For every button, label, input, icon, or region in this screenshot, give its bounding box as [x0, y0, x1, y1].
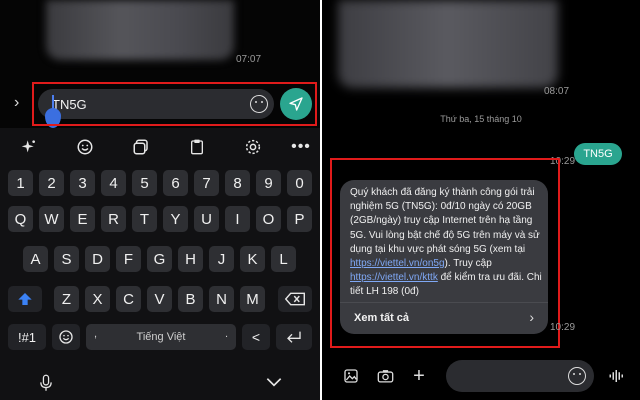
cursor-left-key[interactable]: < [242, 324, 270, 350]
left-screenshot: 07:07 › T N 5 G ••• 1 2 3 4 5 6 7 8 9 0 Q W… [0, 0, 320, 400]
microphone-icon[interactable] [38, 374, 54, 392]
composer-bar: + [322, 356, 640, 396]
settings-gear-icon[interactable] [242, 136, 264, 158]
keyboard-nav-bar [0, 368, 320, 398]
key-2[interactable]: 2 [39, 170, 64, 196]
blurred-message [338, 0, 558, 88]
key-j[interactable]: J [209, 246, 234, 272]
key-q[interactable]: Q [8, 206, 33, 232]
key-y[interactable]: Y [163, 206, 188, 232]
key-t[interactable]: T [132, 206, 157, 232]
key-s[interactable]: S [54, 246, 79, 272]
shift-arrow-icon [18, 293, 32, 305]
enter-key[interactable] [276, 324, 312, 350]
clipboard-icon[interactable] [186, 136, 208, 158]
key-c[interactable]: C [116, 286, 141, 312]
received-timestamp: 10:29 [550, 322, 576, 333]
keyboard-toolbar: ••• [0, 130, 320, 162]
key-1[interactable]: 1 [8, 170, 33, 196]
key-a[interactable]: A [23, 246, 48, 272]
message-timestamp: 07:07 [236, 54, 262, 65]
period-hint: . [224, 328, 228, 340]
enter-icon [287, 331, 301, 343]
key-4[interactable]: 4 [101, 170, 126, 196]
backspace-icon [285, 292, 305, 306]
date-separator: Thứ ba, 15 tháng 10 [440, 114, 522, 124]
gallery-icon[interactable] [342, 368, 360, 384]
key-n[interactable]: N [209, 286, 234, 312]
sent-message-bubble[interactable]: TN5G [574, 143, 622, 165]
key-i[interactable]: I [225, 206, 250, 232]
expand-chevron-icon[interactable]: › [14, 95, 28, 111]
key-e[interactable]: E [70, 206, 95, 232]
key-3[interactable]: 3 [70, 170, 95, 196]
chevron-left-icon: < [251, 329, 261, 345]
chevron-down-icon[interactable] [266, 376, 282, 388]
blurred-message [46, 0, 234, 60]
key-g[interactable]: G [147, 246, 172, 272]
key-f[interactable]: F [116, 246, 141, 272]
symbols-key[interactable]: !#1 [8, 324, 46, 350]
emoji-icon[interactable] [74, 136, 96, 158]
shift-key[interactable] [8, 286, 42, 312]
voice-waveform-icon[interactable] [608, 368, 626, 384]
space-key[interactable]: , Tiếng Việt . [86, 324, 236, 350]
keyboard: ••• 1 2 3 4 5 6 7 8 9 0 Q W E R T Y U I … [0, 128, 320, 400]
key-5[interactable]: 5 [132, 170, 157, 196]
key-6[interactable]: 6 [163, 170, 188, 196]
key-u[interactable]: U [194, 206, 219, 232]
emoji-icon [59, 330, 73, 344]
sticker-icon[interactable] [130, 136, 152, 158]
ai-sparkle-icon[interactable] [18, 136, 40, 158]
key-o[interactable]: O [256, 206, 281, 232]
key-p[interactable]: P [287, 206, 312, 232]
key-z[interactable]: Z [54, 286, 79, 312]
key-8[interactable]: 8 [225, 170, 250, 196]
key-l[interactable]: L [271, 246, 296, 272]
more-options-icon[interactable]: ••• [290, 136, 312, 158]
message-input[interactable] [446, 360, 594, 392]
key-b[interactable]: B [178, 286, 203, 312]
camera-icon[interactable] [376, 368, 394, 384]
emoji-icon[interactable] [568, 367, 586, 385]
message-timestamp: 08:07 [544, 86, 570, 97]
key-r[interactable]: R [101, 206, 126, 232]
highlight-box-input [32, 82, 317, 126]
comma-hint: , [94, 328, 98, 340]
highlight-box-message [330, 158, 560, 348]
emoji-key[interactable] [52, 324, 80, 350]
backspace-key[interactable] [278, 286, 312, 312]
key-7[interactable]: 7 [194, 170, 219, 196]
key-k[interactable]: K [240, 246, 265, 272]
key-v[interactable]: V [147, 286, 172, 312]
key-x[interactable]: X [85, 286, 110, 312]
key-9[interactable]: 9 [256, 170, 281, 196]
key-d[interactable]: D [85, 246, 110, 272]
space-key-label: Tiếng Việt [136, 331, 186, 343]
key-m[interactable]: M [240, 286, 265, 312]
key-h[interactable]: H [178, 246, 203, 272]
right-screenshot: 08:07 Thứ ba, 15 tháng 10 10:29 TN5G Quý… [322, 0, 640, 400]
add-plus-icon[interactable]: + [410, 365, 428, 387]
key-0[interactable]: 0 [287, 170, 312, 196]
key-w[interactable]: W [39, 206, 64, 232]
